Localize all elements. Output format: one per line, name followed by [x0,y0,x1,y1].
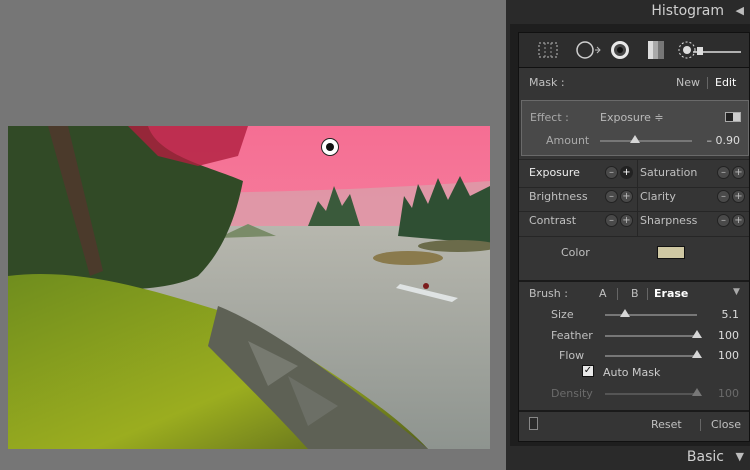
divider-line [519,211,749,212]
basic-title: Basic [686,449,724,465]
contrast-label: Contrast [529,214,577,227]
sharpness-label: Sharpness [640,214,698,227]
size-label: Size [551,308,574,321]
density-label: Density [551,387,593,400]
density-slider-knob [692,388,702,396]
minus-icon[interactable]: – [605,166,618,179]
feather-slider[interactable] [605,330,702,338]
effect-toggle-icon[interactable] [725,112,741,122]
divider-line [519,187,749,188]
brush-erase-button[interactable]: Erase [654,287,688,300]
density-slider [605,388,702,396]
brush-row: Brush : A B Erase ▼ [519,287,749,303]
column-divider [637,160,638,236]
amount-slider-knob[interactable] [629,135,640,143]
flow-value[interactable]: 100 [718,349,739,362]
divider-line [519,236,749,237]
plus-icon[interactable]: + [732,190,745,203]
divider-line [519,159,749,160]
density-value: 100 [718,387,739,400]
adjust-row-contrast: Contrast – + Sharpness – + [519,214,749,232]
flow-slider[interactable] [605,350,702,358]
brush-separator [647,288,648,300]
size-row: Size 5.1 [519,308,749,324]
panel-switch-icon[interactable] [529,417,538,430]
auto-mask-row: ✓ Auto Mask [519,365,749,381]
section-divider [519,280,749,282]
feather-row: Feather 100 [519,329,749,345]
minus-icon[interactable]: – [605,214,618,227]
plus-icon[interactable]: + [620,190,633,203]
brush-separator [617,288,618,300]
adjustment-brush-icon[interactable] [677,40,743,60]
reset-button[interactable]: Reset [651,418,682,431]
density-row: Density 100 [519,387,749,403]
adjust-row-exposure: Exposure – + Saturation – + [519,166,749,184]
triangle-left-icon: ◀ [735,4,744,17]
triangle-down-icon[interactable]: ▼ [733,287,740,297]
effect-box: Effect : Exposure ≑ Amount – 0.90 [521,100,749,156]
auto-mask-checkbox[interactable]: ✓ [582,365,594,377]
photo-image[interactable] [8,126,490,449]
minus-icon[interactable]: – [717,166,730,179]
flow-label: Flow [559,349,585,362]
basic-header[interactable]: Basic ▼ [510,446,750,470]
size-slider[interactable] [605,309,697,317]
effect-select[interactable]: Exposure ≑ [600,111,664,124]
mask-row: Mask : New Edit [519,76,749,90]
mask-pin[interactable] [322,139,338,155]
feather-slider-knob[interactable] [692,330,702,338]
minus-icon[interactable]: – [717,214,730,227]
size-value[interactable]: 5.1 [722,308,740,321]
crop-overlay-icon[interactable] [537,40,558,60]
triangle-down-icon: ▼ [735,450,744,463]
mask-edit-button[interactable]: Edit [715,76,736,89]
clarity-label: Clarity [640,190,676,203]
photo-canvas [0,0,510,470]
plus-icon[interactable]: + [732,214,745,227]
plus-icon[interactable]: + [620,214,633,227]
develop-right-panel: Histogram ◀ Mask : New Edit Effect : Exp… [510,0,750,470]
graduated-filter-icon[interactable] [645,40,665,60]
minus-icon[interactable]: – [605,190,618,203]
red-eye-icon[interactable] [609,40,629,60]
footer-separator [700,419,701,431]
feather-label: Feather [551,329,593,342]
adjust-row-brightness: Brightness – + Clarity – + [519,190,749,208]
histogram-header[interactable]: Histogram ◀ [510,0,750,24]
adjustment-brush-settings: Mask : New Edit Effect : Exposure ≑ Amou… [518,67,750,442]
mask-label: Mask : [529,76,565,89]
plus-icon[interactable]: + [732,166,745,179]
effect-label: Effect : [530,111,569,124]
brush-b-button[interactable]: B [631,287,639,300]
exposure-label: Exposure [529,166,580,179]
auto-mask-label: Auto Mask [603,366,661,379]
minus-icon[interactable]: – [717,190,730,203]
mask-separator [707,77,708,89]
plus-icon[interactable]: + [620,166,633,179]
color-label: Color [561,246,590,259]
color-swatch[interactable] [657,246,685,259]
brush-label: Brush : [529,287,568,300]
section-divider [519,410,749,412]
amount-label: Amount [546,134,590,147]
footer-row: Reset Close [519,417,749,434]
flow-slider-knob[interactable] [692,350,702,358]
spot-removal-icon[interactable] [575,40,601,60]
histogram-title: Histogram [651,3,724,19]
amount-value[interactable]: – 0.90 [707,134,741,147]
color-row: Color [519,246,749,264]
mask-new-button[interactable]: New [676,76,700,89]
brightness-label: Brightness [529,190,588,203]
tool-strip [518,32,750,68]
saturation-label: Saturation [640,166,698,179]
size-slider-knob[interactable] [620,309,631,317]
feather-value[interactable]: 100 [718,329,739,342]
amount-slider[interactable] [600,135,692,143]
close-button[interactable]: Close [711,418,741,431]
flow-row: Flow 100 [519,349,749,365]
brush-a-button[interactable]: A [599,287,607,300]
